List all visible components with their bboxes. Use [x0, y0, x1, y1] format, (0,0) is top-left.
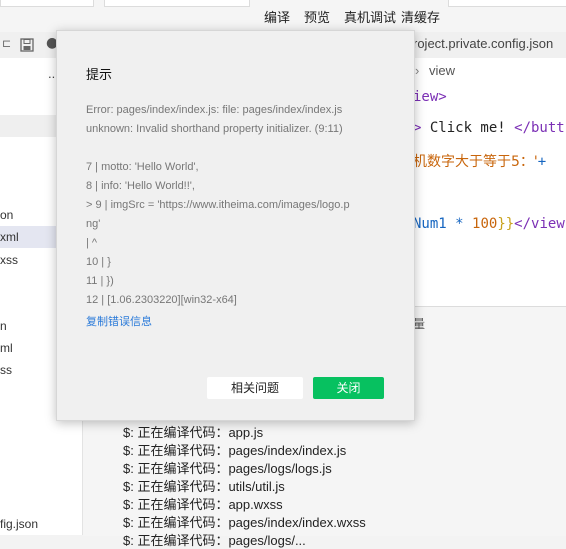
close-button[interactable]: 关闭	[313, 377, 384, 399]
error-code-line: 10 | }	[86, 256, 111, 268]
breadcrumb-separator: ›	[415, 63, 420, 78]
preview-button[interactable]: 预览	[304, 7, 330, 26]
error-code-line: 7 | motto: 'Hello World',	[86, 161, 199, 173]
console-line: $: 正在编译代码：app.wxss	[123, 497, 283, 512]
code-line: iew>	[413, 89, 447, 105]
error-message-line: unknown: Invalid shorthand property init…	[86, 123, 343, 135]
console-line: $: 正在编译代码：pages/logs/...	[123, 533, 306, 548]
toolbar-chip	[0, 0, 94, 7]
error-dialog: 提示 Error: pages/index/index.js: file: pa…	[56, 30, 415, 421]
copy-error-link[interactable]: 复制错误信息	[86, 313, 152, 329]
clear-cache-button[interactable]: 清缓存	[401, 7, 440, 26]
related-issues-button[interactable]: 相关问题	[207, 377, 303, 399]
error-code-line: 11 | })	[86, 275, 114, 287]
error-code-line: 12 | [1.06.2303220][win32-x64]	[86, 294, 237, 306]
error-message-line: Error: pages/index/index.js: file: pages…	[86, 104, 343, 116]
console-line: $: 正在编译代码：pages/index/index.js	[123, 443, 347, 458]
console-line: $: 正在编译代码：app.js	[123, 425, 264, 440]
breadcrumb[interactable]: view	[429, 63, 455, 78]
error-code-line: > 9 | imgSrc = 'https://www.itheima.com/…	[86, 199, 350, 211]
compile-button[interactable]: 编译	[264, 7, 290, 26]
chevron-icon[interactable]: ⊏	[2, 37, 11, 50]
save-icon[interactable]	[20, 38, 34, 52]
code-line: 机数字大于等于5：'+	[413, 154, 547, 170]
console-line: $: 正在编译代码：utils/util.js	[123, 479, 285, 494]
toolbar-chip	[104, 0, 250, 7]
console-line: $: 正在编译代码：pages/index/index.wxss	[123, 515, 366, 530]
dialog-title: 提示	[86, 67, 113, 82]
code-line: Num1 * 100}}</view	[413, 216, 565, 232]
file-item[interactable]: fig.json	[0, 513, 82, 535]
error-code-line: | ^	[86, 237, 98, 249]
console-line: $: 正在编译代码：pages/logs/logs.js	[123, 461, 332, 476]
toolbar-chip	[448, 0, 566, 7]
top-toolbar: 编译 预览 真机调试 清缓存	[0, 0, 566, 33]
error-code-line: ng'	[86, 218, 101, 230]
device-debug-button[interactable]: 真机调试	[344, 7, 396, 26]
code-line: > Click me! </butt	[413, 120, 565, 136]
error-code-line: 8 | info: 'Hello World!!',	[86, 180, 195, 192]
editor-tab-title[interactable]: roject.private.config.json	[413, 36, 553, 51]
